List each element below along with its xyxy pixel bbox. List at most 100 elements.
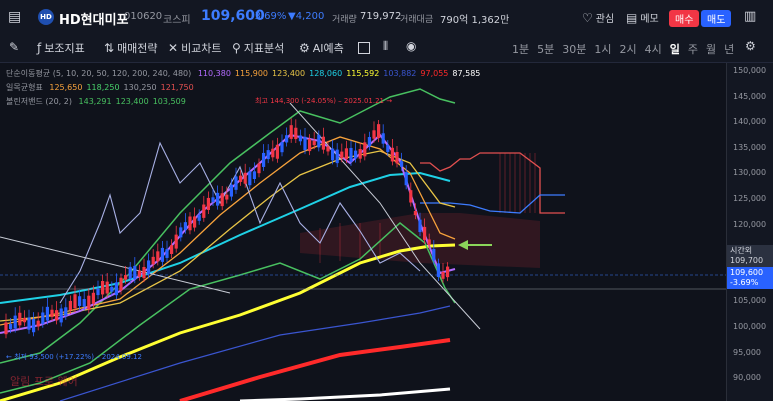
candle-body	[41, 312, 45, 324]
candle-body	[13, 315, 17, 329]
candle-body	[317, 134, 321, 148]
candle-body	[349, 147, 353, 162]
watchlist-button[interactable]: ♡ 관심	[582, 10, 614, 26]
price-chart[interactable]: 단순이동평균 (5, 10, 20, 50, 120, 200, 240, 48…	[0, 63, 726, 401]
candle-body	[50, 309, 54, 317]
period-1[interactable]: 5분	[537, 41, 554, 57]
candle-body	[340, 151, 344, 159]
candle-body	[36, 320, 40, 327]
period-9[interactable]: 년	[724, 41, 734, 57]
candle-body	[298, 135, 302, 142]
candle-body	[395, 151, 399, 164]
candle-body	[252, 171, 256, 180]
panel-toggle-icon[interactable]: ▥	[744, 9, 756, 24]
sma-value-0: 110,380	[197, 69, 231, 78]
candle-body	[197, 214, 201, 221]
bollinger-legend[interactable]: 볼린저밴드 (20, 2) 143,291 123,400 103,509	[6, 96, 186, 108]
candle-body	[418, 219, 422, 233]
period-6[interactable]: 일	[670, 41, 680, 57]
buy-button[interactable]: 매수	[669, 10, 700, 27]
candle-body	[165, 249, 169, 258]
axis-label: 130,000	[733, 168, 767, 178]
volume-value: 719,972	[360, 11, 402, 22]
bollinger-value-1: 123,400	[115, 97, 149, 106]
sidebar-toggle-icon[interactable]: ▤	[8, 9, 21, 25]
candle-body	[271, 148, 275, 158]
candle-body	[257, 163, 261, 174]
candle-body	[285, 135, 289, 143]
candle-body	[367, 137, 371, 147]
period-5[interactable]: 4시	[645, 41, 662, 57]
analysis-button[interactable]: ⚲ 지표분석	[232, 40, 284, 56]
candle-body	[312, 140, 316, 146]
candle-body	[151, 256, 155, 265]
candle-body	[183, 222, 187, 230]
strategy-button[interactable]: ⇅ 매매전략	[104, 40, 158, 56]
candle-body	[160, 247, 164, 262]
volume-label: 거래량	[332, 15, 357, 25]
candle-body	[18, 312, 22, 326]
candle-type-icon[interactable]: ⫴	[383, 39, 388, 54]
candle-body	[9, 323, 13, 330]
candle-body	[128, 266, 132, 279]
axis-label: 150,000	[733, 66, 767, 75]
market-name: 코스피	[163, 15, 191, 26]
period-3[interactable]: 1시	[594, 41, 611, 57]
ai-predict-button[interactable]: ⚙ AI예측	[299, 40, 344, 56]
candle-body	[354, 150, 358, 159]
checkbox-icon[interactable]	[358, 42, 370, 54]
ichimoku-legend[interactable]: 일목균형표 125,650 118,250 130,250 121,750	[6, 82, 194, 94]
candle-body	[229, 184, 233, 197]
period-0[interactable]: 1분	[512, 41, 529, 57]
change-amount: ▼4,200	[288, 11, 325, 22]
sma-value-1: 115,900	[234, 69, 269, 78]
compare-button[interactable]: ✕ 비교차트	[168, 40, 222, 56]
sma-value-7: 87,585	[452, 69, 481, 78]
settings-gear-icon[interactable]: ⚙	[745, 39, 756, 53]
candle-body	[45, 306, 49, 321]
ichimoku-value-3: 121,750	[160, 83, 194, 92]
period-4[interactable]: 2시	[620, 41, 637, 57]
candle-body	[377, 124, 381, 139]
high-annotation: 최고 144,300 (-24.05%) – 2025.01.21 →	[255, 97, 393, 105]
chart-toolbar: ✎ ƒ 보조지표 ⇅ 매매전략 ✕ 비교차트 ⚲ 지표분석 ⚙ AI예측 ⫴ ◉ 1분 5분…	[0, 34, 773, 63]
candle-body	[303, 136, 307, 151]
candle-body	[432, 248, 436, 261]
bollinger-value-2: 103,509	[152, 97, 186, 106]
sell-button[interactable]: 매도	[701, 10, 732, 27]
period-7[interactable]: 주	[688, 41, 698, 57]
camera-icon[interactable]: ◉	[406, 39, 416, 53]
axis-label: 90,000	[733, 373, 761, 383]
axis-label: 120,000	[733, 219, 767, 229]
candle-body	[188, 216, 192, 231]
candle-body	[413, 210, 417, 216]
indicator-button[interactable]: ƒ 보조지표	[37, 40, 85, 56]
current-price-tag: 109,600 -3.69%	[727, 267, 773, 289]
period-8[interactable]: 월	[706, 41, 716, 57]
memo-icon: ▤	[626, 10, 638, 25]
axis-label: 100,000	[733, 322, 767, 331]
candle-body	[400, 161, 404, 167]
period-2[interactable]: 30분	[562, 41, 586, 57]
axis-label: 105,000	[733, 296, 767, 306]
candle-body	[64, 307, 68, 316]
axis-label: 95,000	[733, 347, 761, 357]
candle-body	[174, 234, 178, 249]
candle-body	[27, 317, 31, 330]
price-axis[interactable]: 150,000 145,000 140,000 135,000 130,000 125,0…	[726, 63, 773, 401]
indicator-icon: ƒ	[37, 41, 42, 55]
memo-button[interactable]: ▤ 메모	[626, 10, 659, 26]
stock-name[interactable]: HD현대미포	[59, 9, 129, 28]
draw-pencil-icon[interactable]: ✎	[9, 40, 19, 54]
candle-body	[73, 294, 77, 309]
candle-body	[335, 149, 339, 164]
stock-header: ▤ HD HD현대미포 010620 코스피 109,600 -3.69% ▼4…	[0, 0, 773, 34]
trading-value-label: 거래대금	[400, 15, 434, 25]
sma-legend[interactable]: 단순이동평균 (5, 10, 20, 50, 120, 200, 240, 48…	[6, 68, 480, 80]
candle-body	[193, 216, 197, 228]
candle-body	[179, 227, 183, 238]
candle-body	[381, 133, 385, 144]
axis-label: 125,000	[733, 194, 767, 203]
candle-body	[225, 194, 229, 200]
trading-value: 790억 1,362만	[440, 15, 510, 26]
